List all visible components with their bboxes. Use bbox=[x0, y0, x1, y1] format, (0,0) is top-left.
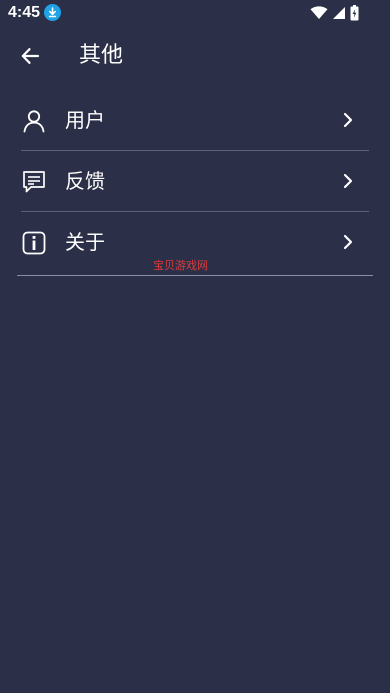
divider bbox=[17, 275, 373, 276]
feedback-icon bbox=[23, 171, 45, 193]
wifi-icon bbox=[310, 6, 328, 19]
download-icon bbox=[44, 4, 61, 21]
battery-icon bbox=[350, 5, 359, 21]
signal-icon bbox=[333, 7, 345, 19]
menu-item-label: 反馈 bbox=[65, 169, 105, 193]
menu-item-feedback[interactable]: 反馈 bbox=[0, 151, 390, 212]
menu-item-label: 用户 bbox=[65, 108, 105, 132]
user-icon bbox=[23, 110, 45, 133]
chevron-right-icon bbox=[343, 234, 353, 250]
menu-item-user[interactable]: 用户 bbox=[0, 90, 390, 151]
chevron-right-icon bbox=[343, 173, 353, 189]
chevron-right-icon bbox=[343, 112, 353, 128]
menu-list: 用户 反馈 关于 bbox=[0, 90, 390, 276]
menu-item-label: 关于 bbox=[65, 230, 105, 254]
back-button[interactable] bbox=[14, 42, 46, 70]
app-bar: 其他 bbox=[0, 30, 390, 82]
info-icon bbox=[22, 231, 46, 255]
status-bar: 4:45 bbox=[0, 0, 390, 26]
watermark: 宝贝游戏网 bbox=[153, 259, 208, 272]
status-time: 4:45 bbox=[8, 4, 41, 21]
page-title: 其他 bbox=[79, 43, 124, 68]
arrow-left-icon bbox=[21, 48, 40, 64]
